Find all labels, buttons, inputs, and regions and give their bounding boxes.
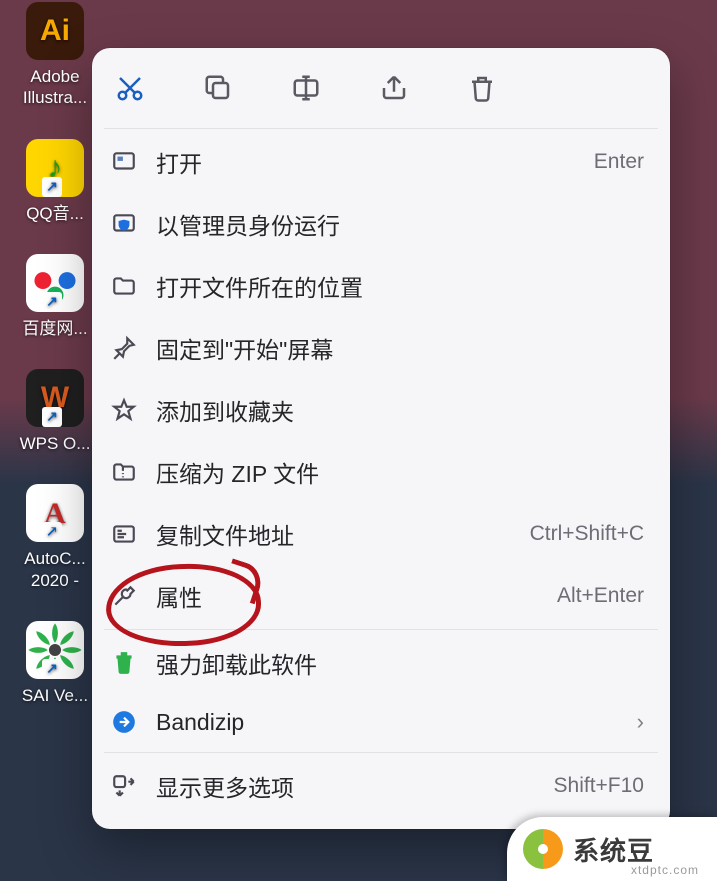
context-menu: 打开 Enter 以管理员身份运行 打开文件所在的位置 固定到"开始"屏幕 添加… xyxy=(92,48,670,829)
menu-item-add-favorite[interactable]: 添加到收藏夹 xyxy=(92,379,670,441)
delete-icon xyxy=(467,73,497,103)
zip-icon xyxy=(110,458,138,486)
copy-icon xyxy=(203,73,233,103)
shield-icon xyxy=(110,210,138,238)
desktop-icon-baidu[interactable]: ↗ 百度网... xyxy=(5,254,105,339)
open-icon xyxy=(110,148,138,176)
sai-icon: ↗ xyxy=(26,621,84,679)
desktop-icon-autocad[interactable]: A ↗ AutoC... 2020 - xyxy=(5,484,105,591)
menu-separator xyxy=(104,128,658,129)
autocad-icon: A ↗ xyxy=(26,484,84,542)
menu-item-uninstall[interactable]: 强力卸载此软件 xyxy=(92,632,670,694)
menu-item-run-admin[interactable]: 以管理员身份运行 xyxy=(92,193,670,255)
menu-item-shortcut: Shift+F10 xyxy=(554,774,644,798)
watermark-sub: xtdptc.com xyxy=(631,863,699,877)
share-icon xyxy=(379,73,409,103)
desktop-icon-label: SAI Ve... xyxy=(5,685,105,706)
menu-item-label: 压缩为 ZIP 文件 xyxy=(156,455,644,489)
watermark: 系统豆 xtdptc.com xyxy=(507,817,717,881)
desktop-icon-label: AutoC... 2020 - xyxy=(5,548,105,591)
illustrator-icon: Ai xyxy=(26,2,84,60)
menu-item-zip[interactable]: 压缩为 ZIP 文件 xyxy=(92,441,670,503)
menu-item-label: 固定到"开始"屏幕 xyxy=(156,331,644,365)
cut-button[interactable] xyxy=(106,64,154,112)
desktop-icon-label: WPS O... xyxy=(5,433,105,454)
menu-item-label: 添加到收藏夹 xyxy=(156,393,644,427)
chevron-right-icon: › xyxy=(637,709,644,735)
menu-item-label: 打开 xyxy=(156,145,594,179)
copy-button[interactable] xyxy=(194,64,242,112)
menu-item-bandizip[interactable]: Bandizip › xyxy=(92,694,670,750)
menu-item-more-options[interactable]: 显示更多选项 Shift+F10 xyxy=(92,755,670,817)
desktop-icon-label: 百度网... xyxy=(5,318,105,339)
menu-item-shortcut: Ctrl+Shift+C xyxy=(530,522,644,546)
menu-item-label: Bandizip xyxy=(156,709,627,736)
desktop-icon-label: QQ音... xyxy=(5,203,105,224)
watermark-logo-icon xyxy=(523,829,563,869)
menu-item-label: 强力卸载此软件 xyxy=(156,646,644,680)
menu-item-label: 显示更多选项 xyxy=(156,769,554,803)
watermark-text: 系统豆 xyxy=(573,831,654,868)
menu-item-shortcut: Alt+Enter xyxy=(557,584,644,608)
menu-item-pin-start[interactable]: 固定到"开始"屏幕 xyxy=(92,317,670,379)
menu-item-label: 属性 xyxy=(156,579,557,613)
pin-icon xyxy=(110,334,138,362)
menu-item-label: 以管理员身份运行 xyxy=(156,207,644,241)
share-button[interactable] xyxy=(370,64,418,112)
delete-button[interactable] xyxy=(458,64,506,112)
baidu-icon: ↗ xyxy=(26,254,84,312)
bandizip-icon xyxy=(110,708,138,736)
desktop-icon-sai[interactable]: ↗ SAI Ve... xyxy=(5,621,105,706)
star-icon xyxy=(110,396,138,424)
desktop-icon-label: Adobe Illustra... xyxy=(5,66,105,109)
shortcut-arrow-icon: ↗ xyxy=(42,407,62,427)
rename-button[interactable] xyxy=(282,64,330,112)
desktop-icon-illustrator[interactable]: Ai Adobe Illustra... xyxy=(5,2,105,109)
wrench-icon xyxy=(110,582,138,610)
menu-item-open-location[interactable]: 打开文件所在的位置 xyxy=(92,255,670,317)
menu-separator xyxy=(104,629,658,630)
menu-item-properties[interactable]: 属性 Alt+Enter xyxy=(92,565,670,627)
desktop-icon-wps[interactable]: W ↗ WPS O... xyxy=(5,369,105,454)
more-icon xyxy=(110,772,138,800)
menu-item-shortcut: Enter xyxy=(594,150,644,174)
copy-path-icon xyxy=(110,520,138,548)
menu-item-label: 复制文件地址 xyxy=(156,517,530,551)
menu-item-copy-path[interactable]: 复制文件地址 Ctrl+Shift+C xyxy=(92,503,670,565)
folder-icon xyxy=(110,272,138,300)
shortcut-arrow-icon: ↗ xyxy=(42,177,62,197)
shortcut-arrow-icon: ↗ xyxy=(42,659,62,679)
uninstall-icon xyxy=(110,649,138,677)
menu-separator xyxy=(104,752,658,753)
rename-icon xyxy=(291,73,321,103)
cut-icon xyxy=(115,73,145,103)
shortcut-arrow-icon: ↗ xyxy=(42,522,62,542)
menu-item-open[interactable]: 打开 Enter xyxy=(92,131,670,193)
desktop-icon-qqmusic[interactable]: ♪ ↗ QQ音... xyxy=(5,139,105,224)
menu-item-label: 打开文件所在的位置 xyxy=(156,269,644,303)
wps-icon: W ↗ xyxy=(26,369,84,427)
context-toolbar xyxy=(92,58,670,126)
shortcut-arrow-icon: ↗ xyxy=(42,292,62,312)
qqmusic-icon: ♪ ↗ xyxy=(26,139,84,197)
